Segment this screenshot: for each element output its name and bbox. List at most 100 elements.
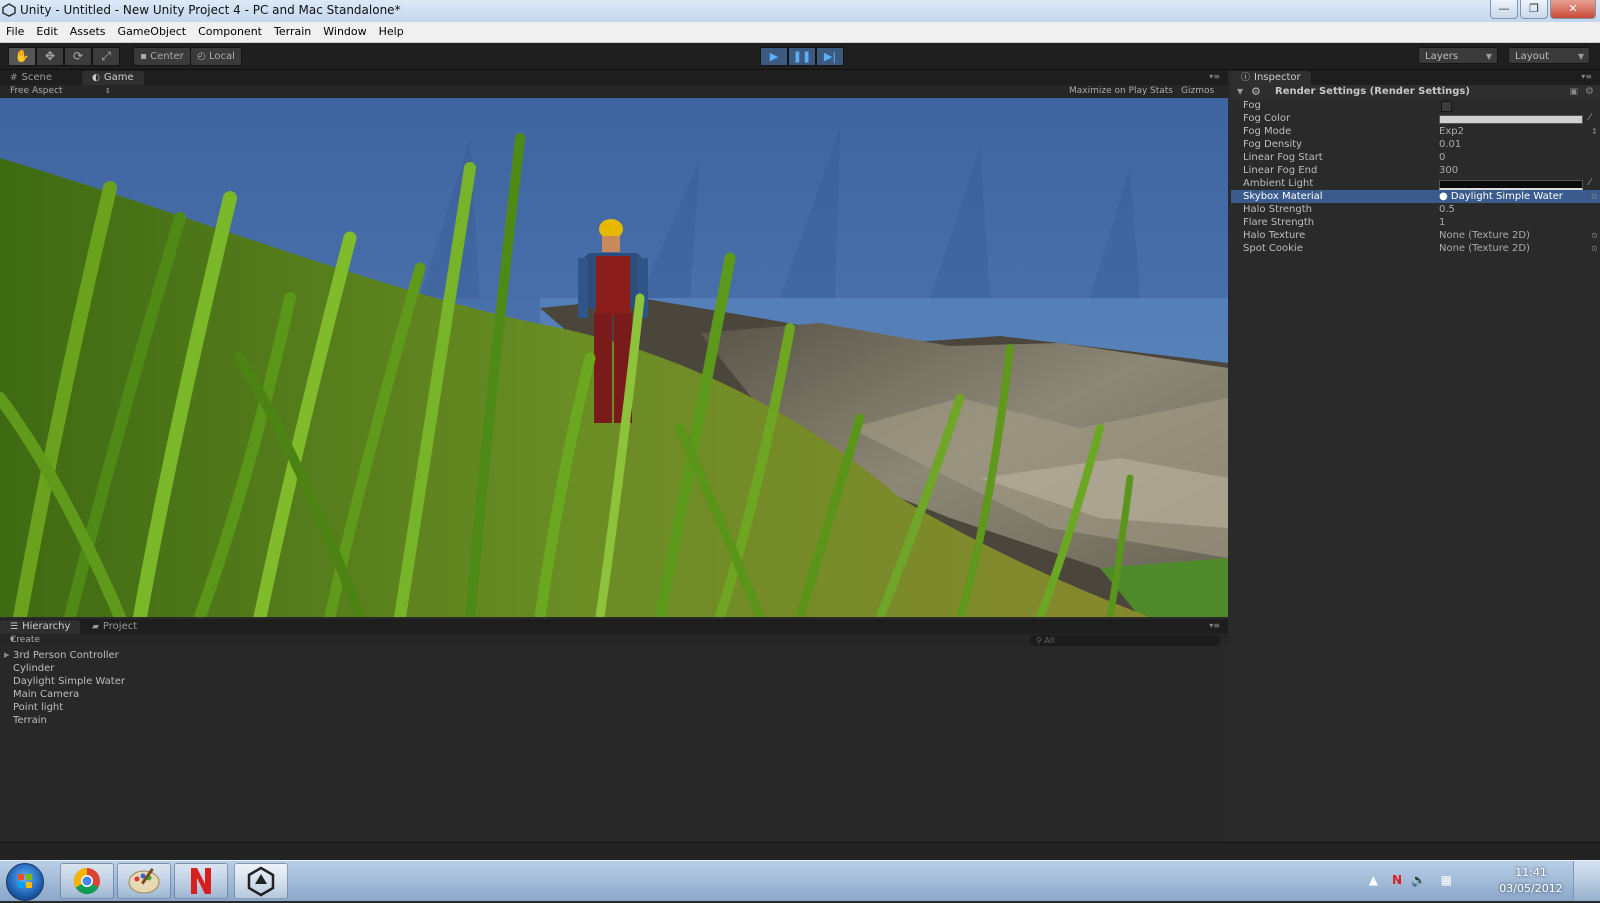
component-header[interactable]: ▼ ⚙ Render Settings (Render Settings) ▣ … [1231,85,1600,99]
layers-label: Layers [1425,51,1459,62]
eyedropper-icon[interactable]: ⁄ [1589,112,1591,125]
scene-icon: # [10,73,18,83]
hierarchy-icon: ☰ [10,622,19,632]
rotate-tool-icon[interactable]: ⟳ [64,47,92,66]
menu-bar: File Edit Assets GameObject Component Te… [0,22,1600,43]
hierarchy-search-input[interactable]: ⚲ All [1030,635,1220,646]
eyedropper-icon[interactable]: ⁄ [1589,177,1591,190]
layers-dropdown[interactable]: Layers ▼ [1418,47,1498,64]
close-button[interactable]: ✕ [1550,0,1596,19]
chevron-up-icon[interactable]: ▲ [1369,873,1378,887]
clock[interactable]: 11:41 03/05/2012 [1496,865,1566,897]
pivot-local-button[interactable]: ◴ Local [190,47,242,66]
help-icon[interactable]: ▣ [1569,85,1578,99]
object-picker-icon[interactable]: ⊙ [1591,190,1598,203]
taskbar-unity[interactable] [234,863,288,899]
title-bar: Unity - Untitled - New Unity Project 4 -… [0,0,1600,23]
menu-gameobject[interactable]: GameObject [112,22,193,42]
prop-fog: Fog [1231,99,1600,112]
ambient-light-color-field[interactable] [1439,180,1583,190]
taskbar-app-n[interactable] [174,863,228,899]
volume-icon[interactable]: 🔈 [1411,873,1426,887]
halo-strength-field[interactable]: 0.5 [1439,203,1455,216]
panel-menu-icon[interactable]: ▾≡ [1581,72,1592,81]
chevron-updown-icon: ↕ [1591,127,1598,136]
search-placeholder: All [1044,636,1055,645]
show-desktop-button[interactable] [1573,861,1600,901]
list-item[interactable]: Daylight Simple Water [0,675,125,688]
menu-assets[interactable]: Assets [64,22,112,42]
tab-hierarchy[interactable]: ☰ Hierarchy [0,620,81,634]
create-dropdown[interactable]: Create ▾ [10,634,40,646]
taskbar-chrome[interactable] [60,863,114,899]
layout-label: Layout [1515,51,1549,62]
taskbar: ▲ N 🔈 ▦ 11:41 03/05/2012 [0,860,1600,901]
menu-terrain[interactable]: Terrain [268,22,317,42]
list-item[interactable]: Point light [0,701,125,714]
n-tray-icon[interactable]: N [1392,873,1402,887]
minimize-button[interactable]: — [1490,0,1518,19]
menu-window[interactable]: Window [317,22,372,42]
foldout-arrow-icon[interactable]: ▶ [4,649,9,662]
status-bar [0,842,1600,861]
stats-toggle[interactable]: Stats [1150,85,1173,97]
toolbar: ✋ ✥ ⟳ ⤢ ▪ Center ◴ Local ▶ ❚❚ ▶| Layers … [0,43,1600,70]
flare-strength-field[interactable]: 1 [1439,216,1445,229]
fog-checkbox[interactable] [1441,101,1452,112]
panel-menu-icon[interactable]: ▾≡ [1209,621,1220,630]
halo-texture-field[interactable]: None (Texture 2D) [1439,229,1530,242]
prop-fog-color: Fog Color ⁄ [1243,112,1591,125]
move-tool-icon[interactable]: ✥ [36,47,64,66]
panel-menu-icon[interactable]: ▾≡ [1209,72,1220,81]
play-icon[interactable]: ▶ [760,47,788,66]
list-item[interactable]: ▶ 3rd Person Controller [0,649,125,662]
hand-tool-icon[interactable]: ✋ [8,47,36,66]
fog-density-field[interactable]: 0.01 [1439,138,1461,151]
fog-mode-dropdown[interactable]: Exp2 [1439,125,1464,138]
pivot-center-button[interactable]: ▪ Center [133,47,191,66]
list-item[interactable]: Terrain [0,714,125,727]
spot-cookie-field[interactable]: None (Texture 2D) [1439,242,1530,255]
menu-file[interactable]: File [0,22,30,42]
info-icon: ⓘ [1241,73,1251,83]
pause-icon[interactable]: ❚❚ [788,47,816,66]
play-controls: ▶ ❚❚ ▶| [760,47,844,66]
list-item[interactable]: Main Camera [0,688,125,701]
tab-game[interactable]: ◐ Game [82,71,144,85]
object-picker-icon[interactable]: ⊙ [1591,242,1598,255]
menu-component[interactable]: Component [192,22,268,42]
prop-linear-fog-start: Linear Fog Start 0 [1243,151,1446,164]
pivot-label: Center [150,51,184,62]
foldout-arrow-icon[interactable]: ▼ [1237,85,1243,99]
start-button[interactable] [6,863,44,901]
n-app-icon [191,868,211,894]
tab-project[interactable]: ▰ Project [82,620,147,634]
menu-help[interactable]: Help [373,22,410,42]
game-viewport[interactable] [0,98,1228,617]
network-icon[interactable]: ▦ [1441,873,1452,887]
tab-inspector[interactable]: ⓘ Inspector [1231,71,1311,85]
layout-dropdown[interactable]: Layout ▼ [1508,47,1590,64]
scale-tool-icon[interactable]: ⤢ [92,47,120,66]
linear-fog-start-field[interactable]: 0 [1439,151,1445,164]
step-icon[interactable]: ▶| [816,47,844,66]
game-scene-render [0,98,1228,617]
clock-time: 11:41 [1515,866,1547,879]
tab-scene[interactable]: # Scene [0,71,62,85]
list-item[interactable]: Cylinder [0,662,125,675]
object-picker-icon[interactable]: ⊙ [1591,229,1598,242]
gizmos-toggle[interactable]: Gizmos [1181,85,1214,97]
menu-edit[interactable]: Edit [30,22,63,42]
hierarchy-tabs: ☰ Hierarchy ▰ Project ▾≡ [0,619,1228,634]
prop-fog-mode: Fog Mode Exp2 ↕ [1243,125,1598,138]
prop-spot-cookie: Spot Cookie None (Texture 2D) ⊙ [1243,242,1598,255]
game-icon: ◐ [92,73,100,83]
fog-color-field[interactable] [1439,115,1583,124]
maximize-button[interactable]: ❐ [1520,0,1548,19]
linear-fog-end-field[interactable]: 300 [1439,164,1458,177]
aspect-dropdown[interactable]: Free Aspect [10,85,63,97]
taskbar-paint[interactable] [117,863,171,899]
settings-gear-icon[interactable]: ⚙ [1585,85,1594,99]
skybox-material-field[interactable]: ● Daylight Simple Water [1439,190,1563,203]
maximize-on-play-toggle[interactable]: Maximize on Play [1069,85,1147,97]
